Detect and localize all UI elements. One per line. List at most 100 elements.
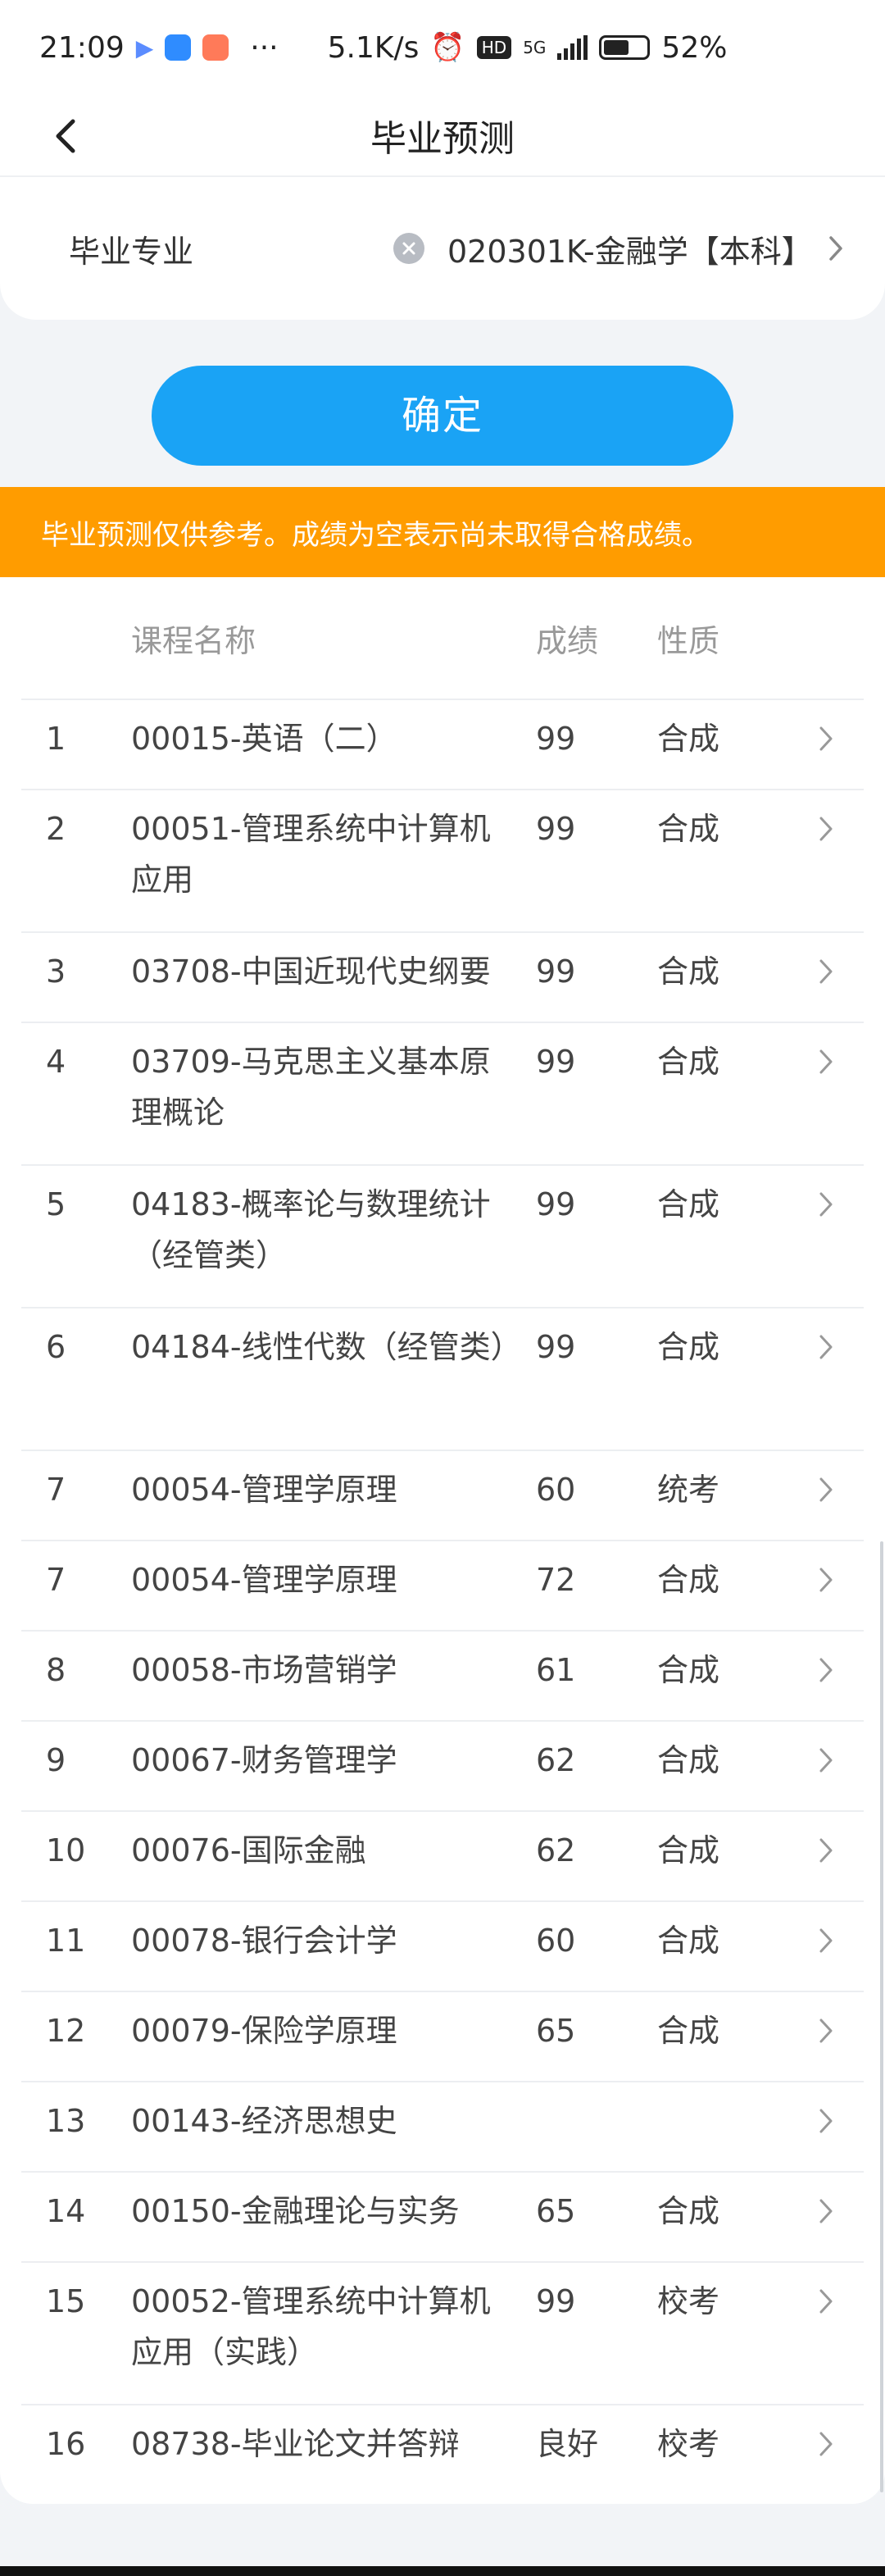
row-type: 合成 — [657, 2013, 720, 2049]
row-score: 99 — [536, 721, 576, 757]
table-bottom-padding — [21, 2496, 864, 2504]
header-score: 成绩 — [536, 622, 599, 659]
table-row[interactable]: 7 00054-管理学原理 72 合成 — [21, 1541, 864, 1632]
scrollbar[interactable] — [880, 1541, 883, 2492]
chevron-right-icon — [788, 1554, 864, 1605]
table-row[interactable]: 15 00052-管理系统中计算机应用（实践） 99 校考 — [21, 2263, 864, 2405]
row-type: 校考 — [657, 2283, 720, 2319]
row-score: 99 — [536, 1329, 576, 1365]
row-index: 9 — [46, 1742, 66, 1778]
table-row[interactable]: 16 08738-毕业论文并答辩 良好 校考 — [21, 2405, 864, 2496]
table-row[interactable]: 13 00143-经济思想史 — [21, 2082, 864, 2173]
table-row[interactable]: 3 03708-中国近现代史纲要 99 合成 — [21, 933, 864, 1023]
chevron-left-icon — [56, 119, 75, 153]
row-type: 校考 — [657, 2426, 720, 2462]
status-more-icon: ··· — [250, 30, 279, 65]
chevron-right-icon — [788, 1825, 864, 1876]
chevron-right-icon — [788, 1036, 864, 1087]
table-row[interactable]: 1 00015-英语（二） 99 合成 — [21, 700, 864, 790]
table-row[interactable]: 5 04183-概率论与数理统计（经管类） 99 合成 — [21, 1166, 864, 1308]
row-index: 7 — [46, 1562, 66, 1598]
row-type: 合成 — [657, 953, 720, 990]
row-score: 99 — [536, 1044, 576, 1080]
confirm-button[interactable]: 确定 — [152, 366, 733, 466]
row-type: 合成 — [657, 1044, 720, 1080]
chevron-right-icon — [788, 1645, 864, 1695]
row-course-name: 00078-银行会计学 — [131, 1923, 397, 1959]
net-speed: 5.1K/s — [327, 30, 420, 65]
row-course-name: 00052-管理系统中计算机应用（实践） — [131, 2283, 491, 2370]
major-label: 毕业专业 — [69, 233, 194, 270]
chevron-right-icon — [788, 2419, 864, 2469]
app-icon-play: ▶ — [135, 34, 154, 61]
chevron-right-icon — [788, 1179, 864, 1230]
row-score: 99 — [536, 2283, 576, 2319]
table-row[interactable]: 2 00051-管理系统中计算机应用 99 合成 — [21, 790, 864, 933]
back-button[interactable] — [46, 116, 85, 156]
status-time: 21:09 — [39, 30, 125, 65]
row-course-name: 00015-英语（二） — [131, 721, 397, 757]
battery-icon — [599, 35, 651, 60]
nav-bar: 毕业预测 — [0, 95, 885, 177]
row-index: 8 — [46, 1652, 66, 1688]
row-score: 62 — [536, 1832, 576, 1868]
table-row[interactable]: 4 03709-马克思主义基本原理概论 99 合成 — [21, 1023, 864, 1166]
row-index: 15 — [46, 2283, 86, 2319]
row-course-name: 00054-管理学原理 — [131, 1562, 397, 1598]
bottom-edge — [0, 2566, 885, 2576]
row-course-name: 00067-财务管理学 — [131, 1742, 397, 1778]
row-index: 10 — [46, 1832, 86, 1868]
clear-major-button[interactable] — [393, 233, 424, 264]
row-score: 65 — [536, 2013, 576, 2049]
chevron-right-icon — [788, 1735, 864, 1786]
chevron-right-icon — [788, 1322, 864, 1372]
app-icon-chat — [165, 34, 192, 61]
row-type: 合成 — [657, 811, 720, 847]
table-row[interactable]: 8 00058-市场营销学 61 合成 — [21, 1632, 864, 1722]
row-score: 62 — [536, 1742, 576, 1778]
chevron-right-icon — [788, 1464, 864, 1515]
table-row[interactable]: 11 00078-银行会计学 60 合成 — [21, 1902, 864, 1992]
row-course-name: 04184-线性代数（经管类） — [131, 1329, 522, 1365]
row-index: 1 — [46, 721, 66, 757]
row-score: 99 — [536, 1186, 576, 1222]
table-row[interactable]: 10 00076-国际金融 62 合成 — [21, 1812, 864, 1902]
table-row[interactable]: 14 00150-金融理论与实务 65 合成 — [21, 2173, 864, 2263]
row-course-name: 03709-马克思主义基本原理概论 — [131, 1044, 491, 1131]
table-row[interactable]: 12 00079-保险学原理 65 合成 — [21, 1992, 864, 2082]
row-type: 合成 — [657, 721, 720, 757]
row-score: 72 — [536, 1562, 576, 1598]
row-type: 合成 — [657, 1742, 720, 1778]
chevron-right-icon — [788, 2005, 864, 2056]
notice-banner: 毕业预测仅供参考。成绩为空表示尚未取得合格成绩。 — [0, 487, 885, 577]
chevron-right-icon — [788, 713, 864, 764]
row-type: 合成 — [657, 2193, 720, 2229]
table-row[interactable]: 9 00067-财务管理学 62 合成 — [21, 1722, 864, 1812]
row-index: 11 — [46, 1923, 86, 1959]
network-type: 5G — [523, 38, 547, 57]
row-course-name: 00143-经济思想史 — [131, 2103, 397, 2139]
row-type: 合成 — [657, 1832, 720, 1868]
row-score: 良好 — [536, 2426, 599, 2462]
table-row[interactable]: 6 04184-线性代数（经管类） 99 合成 — [21, 1308, 864, 1451]
row-index: 4 — [46, 1044, 66, 1080]
row-course-name: 04183-概率论与数理统计（经管类） — [131, 1186, 491, 1273]
row-index: 7 — [46, 1472, 66, 1508]
signal-icon — [557, 35, 588, 60]
row-type: 合成 — [657, 1923, 720, 1959]
row-index: 16 — [46, 2426, 86, 2462]
chevron-right-icon — [788, 1915, 864, 1966]
app-icon-gallery — [202, 34, 229, 61]
chevron-right-icon — [819, 232, 852, 265]
hd-icon: HD — [476, 36, 512, 59]
chevron-right-icon — [788, 2186, 864, 2237]
row-type: 合成 — [657, 1329, 720, 1365]
row-score: 99 — [536, 953, 576, 990]
page-title: 毕业预测 — [370, 118, 515, 160]
table-header: 课程名称 成绩 性质 — [21, 577, 864, 700]
chevron-right-icon — [788, 803, 864, 854]
row-course-name: 00058-市场营销学 — [131, 1652, 397, 1688]
row-score: 65 — [536, 2193, 576, 2229]
major-selector[interactable]: 毕业专业 020301K-金融学【本科】 — [0, 177, 885, 320]
table-row[interactable]: 7 00054-管理学原理 60 统考 — [21, 1451, 864, 1541]
